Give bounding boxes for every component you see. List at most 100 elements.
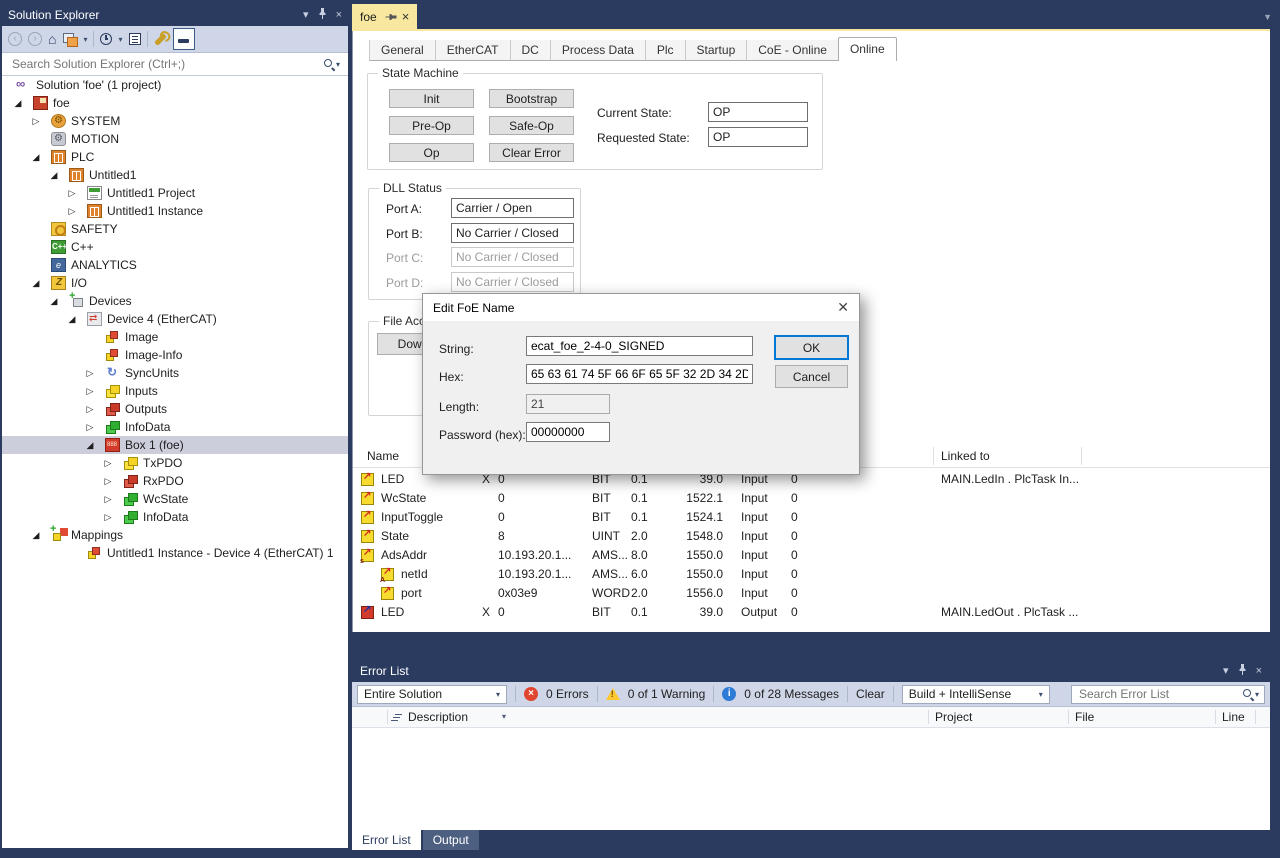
clear-error-button[interactable]: Clear Error [489, 143, 574, 162]
table-row[interactable]: LEDX0BIT0.139.0Output0MAIN.LedOut . PlcT… [353, 603, 1270, 622]
column-header-linked-to[interactable]: Linked to [941, 449, 990, 463]
tab-close-icon[interactable]: × [402, 9, 410, 24]
tree-item-i-o[interactable]: ◢I/O [2, 274, 348, 292]
tree-item-untitled1-project[interactable]: ▷Untitled1 Project [2, 184, 348, 202]
close-icon[interactable]: × [1256, 666, 1262, 677]
tree-item-safety[interactable]: SAFETY [2, 220, 348, 238]
tree-item-plc[interactable]: ◢PLC [2, 148, 348, 166]
home-button[interactable]: ⌂ [48, 32, 56, 46]
dialog-titlebar[interactable]: Edit FoE Name [423, 294, 859, 321]
tree-item-txpdo[interactable]: ▷TxPDO [2, 454, 348, 472]
tab-plc[interactable]: Plc [646, 40, 686, 61]
tab-online[interactable]: Online [838, 37, 897, 61]
tree-item-device-4-ethercat[interactable]: ◢Device 4 (EtherCAT) [2, 310, 348, 328]
filter-dropdown[interactable]: Build + IntelliSense ▾ [902, 685, 1050, 704]
expand-arrow[interactable]: ◢ [12, 98, 24, 109]
expand-arrow[interactable]: ▷ [84, 422, 96, 433]
expand-arrow[interactable]: ◢ [48, 170, 60, 181]
tree-item-outputs[interactable]: ▷Outputs [2, 400, 348, 418]
expand-arrow[interactable]: ▷ [66, 188, 78, 199]
preview-selected-items-toggle[interactable] [173, 28, 195, 50]
column-header-name[interactable]: Name [367, 449, 399, 463]
init-button[interactable]: Init [389, 89, 474, 108]
tree-item-untitled1-instance[interactable]: ▷Untitled1 Instance [2, 202, 348, 220]
table-row[interactable]: State8UINT2.01548.0Input0 [353, 527, 1270, 546]
tree-item-untitled1-instance-device-4-ethercat-1[interactable]: Untitled1 Instance - Device 4 (EtherCAT)… [2, 544, 348, 562]
bootstrap-button[interactable]: Bootstrap [489, 89, 574, 108]
expand-arrow[interactable]: ◢ [66, 314, 78, 325]
expand-arrow[interactable]: ▷ [102, 494, 114, 505]
password-input[interactable] [526, 422, 610, 442]
tree-item-inputs[interactable]: ▷Inputs [2, 382, 348, 400]
expand-arrow[interactable]: ◢ [48, 296, 60, 307]
tree-item-syncunits[interactable]: ▷SyncUnits [2, 364, 348, 382]
severity-sort-icon[interactable] [393, 713, 402, 722]
cancel-button[interactable]: Cancel [775, 365, 848, 388]
tab-ethercat[interactable]: EtherCAT [436, 40, 511, 61]
column-divider[interactable] [1081, 447, 1082, 465]
collapse-all-button[interactable] [129, 33, 141, 45]
tree-item-box-1-foe[interactable]: ◢Box 1 (foe) [2, 436, 348, 454]
expand-arrow[interactable]: ▷ [66, 206, 78, 217]
warnings-toggle[interactable]: 0 of 1 Warning [628, 687, 706, 701]
tree-item-mappings[interactable]: ◢Mappings [2, 526, 348, 544]
search-input[interactable] [10, 56, 322, 72]
pending-changes-filter-button[interactable] [100, 33, 112, 45]
tab-pin-icon[interactable] [382, 11, 396, 22]
tree-item-c[interactable]: C++ [2, 238, 348, 256]
table-row[interactable]: sAdsAddr10.193.20.1...AMS...8.01550.0Inp… [353, 546, 1270, 565]
scope-dropdown[interactable]: Entire Solution ▾ [357, 685, 507, 704]
window-position-icon[interactable]: ▾ [303, 10, 309, 21]
tree-item-image-info[interactable]: Image-Info [2, 346, 348, 364]
pre-op-button[interactable]: Pre-Op [389, 116, 474, 135]
column-header-description[interactable]: Description [408, 710, 468, 724]
expand-arrow[interactable]: ▷ [84, 404, 96, 415]
error-search-input[interactable] [1077, 686, 1241, 702]
tab-general[interactable]: General [369, 40, 436, 61]
pin-icon[interactable] [317, 8, 328, 22]
switch-views-dropdown-icon[interactable]: ▾ [83, 35, 87, 44]
messages-toggle[interactable]: 0 of 28 Messages [744, 687, 839, 701]
search-icon[interactable] [1241, 687, 1255, 701]
tab-startup[interactable]: Startup [686, 40, 748, 61]
table-row[interactable]: InputToggle0BIT0.11524.1Input0 [353, 508, 1270, 527]
search-icon[interactable] [322, 57, 336, 71]
clear-button[interactable]: Clear [856, 687, 885, 701]
expand-arrow[interactable]: ◢ [30, 152, 42, 163]
table-row[interactable]: AnetId10.193.20.1...AMS...6.01550.0Input… [353, 565, 1270, 584]
expand-arrow[interactable]: ▷ [84, 386, 96, 397]
tab-dc[interactable]: DC [511, 40, 551, 61]
expand-arrow[interactable]: ▷ [102, 512, 114, 523]
tree-item-infodata[interactable]: ▷InfoData [2, 418, 348, 436]
tree-item-image[interactable]: Image [2, 328, 348, 346]
table-row[interactable]: port0x03e9WORD2.01556.0Input0 [353, 584, 1270, 603]
column-header-file[interactable]: File [1075, 710, 1094, 724]
expand-arrow[interactable]: ▷ [102, 458, 114, 469]
tree-item-devices[interactable]: ◢Devices [2, 292, 348, 310]
expand-arrow[interactable]: ◢ [84, 440, 96, 451]
column-header-project[interactable]: Project [935, 710, 972, 724]
string-input[interactable] [526, 336, 753, 356]
expand-arrow[interactable]: ▷ [84, 368, 96, 379]
tab-process-data[interactable]: Process Data [551, 40, 646, 61]
table-row[interactable]: WcState0BIT0.11522.1Input0 [353, 489, 1270, 508]
properties-button[interactable] [154, 33, 167, 46]
op-button[interactable]: Op [389, 143, 474, 162]
search-dropdown-icon[interactable]: ▾ [1255, 690, 1259, 699]
tree-item-analytics[interactable]: ANALYTICS [2, 256, 348, 274]
tab-coe-online[interactable]: CoE - Online [747, 40, 839, 61]
pin-icon[interactable] [1237, 664, 1248, 678]
tree-item-rxpdo[interactable]: ▷RxPDO [2, 472, 348, 490]
bottom-tab-output[interactable]: Output [423, 830, 479, 850]
errors-toggle[interactable]: 0 Errors [546, 687, 589, 701]
column-header-line[interactable]: Line [1222, 710, 1245, 724]
dialog-close-icon[interactable]: ✕ [837, 299, 849, 316]
expand-arrow[interactable]: ◢ [30, 278, 42, 289]
back-button[interactable]: ‹ [8, 32, 22, 46]
tab-overflow-icon[interactable]: ▼ [1263, 12, 1272, 22]
close-icon[interactable]: × [336, 10, 342, 21]
column-divider[interactable] [933, 447, 934, 465]
switch-views-button[interactable] [62, 32, 77, 46]
tree-item-untitled1[interactable]: ◢Untitled1 [2, 166, 348, 184]
expand-arrow[interactable]: ◢ [30, 530, 42, 541]
